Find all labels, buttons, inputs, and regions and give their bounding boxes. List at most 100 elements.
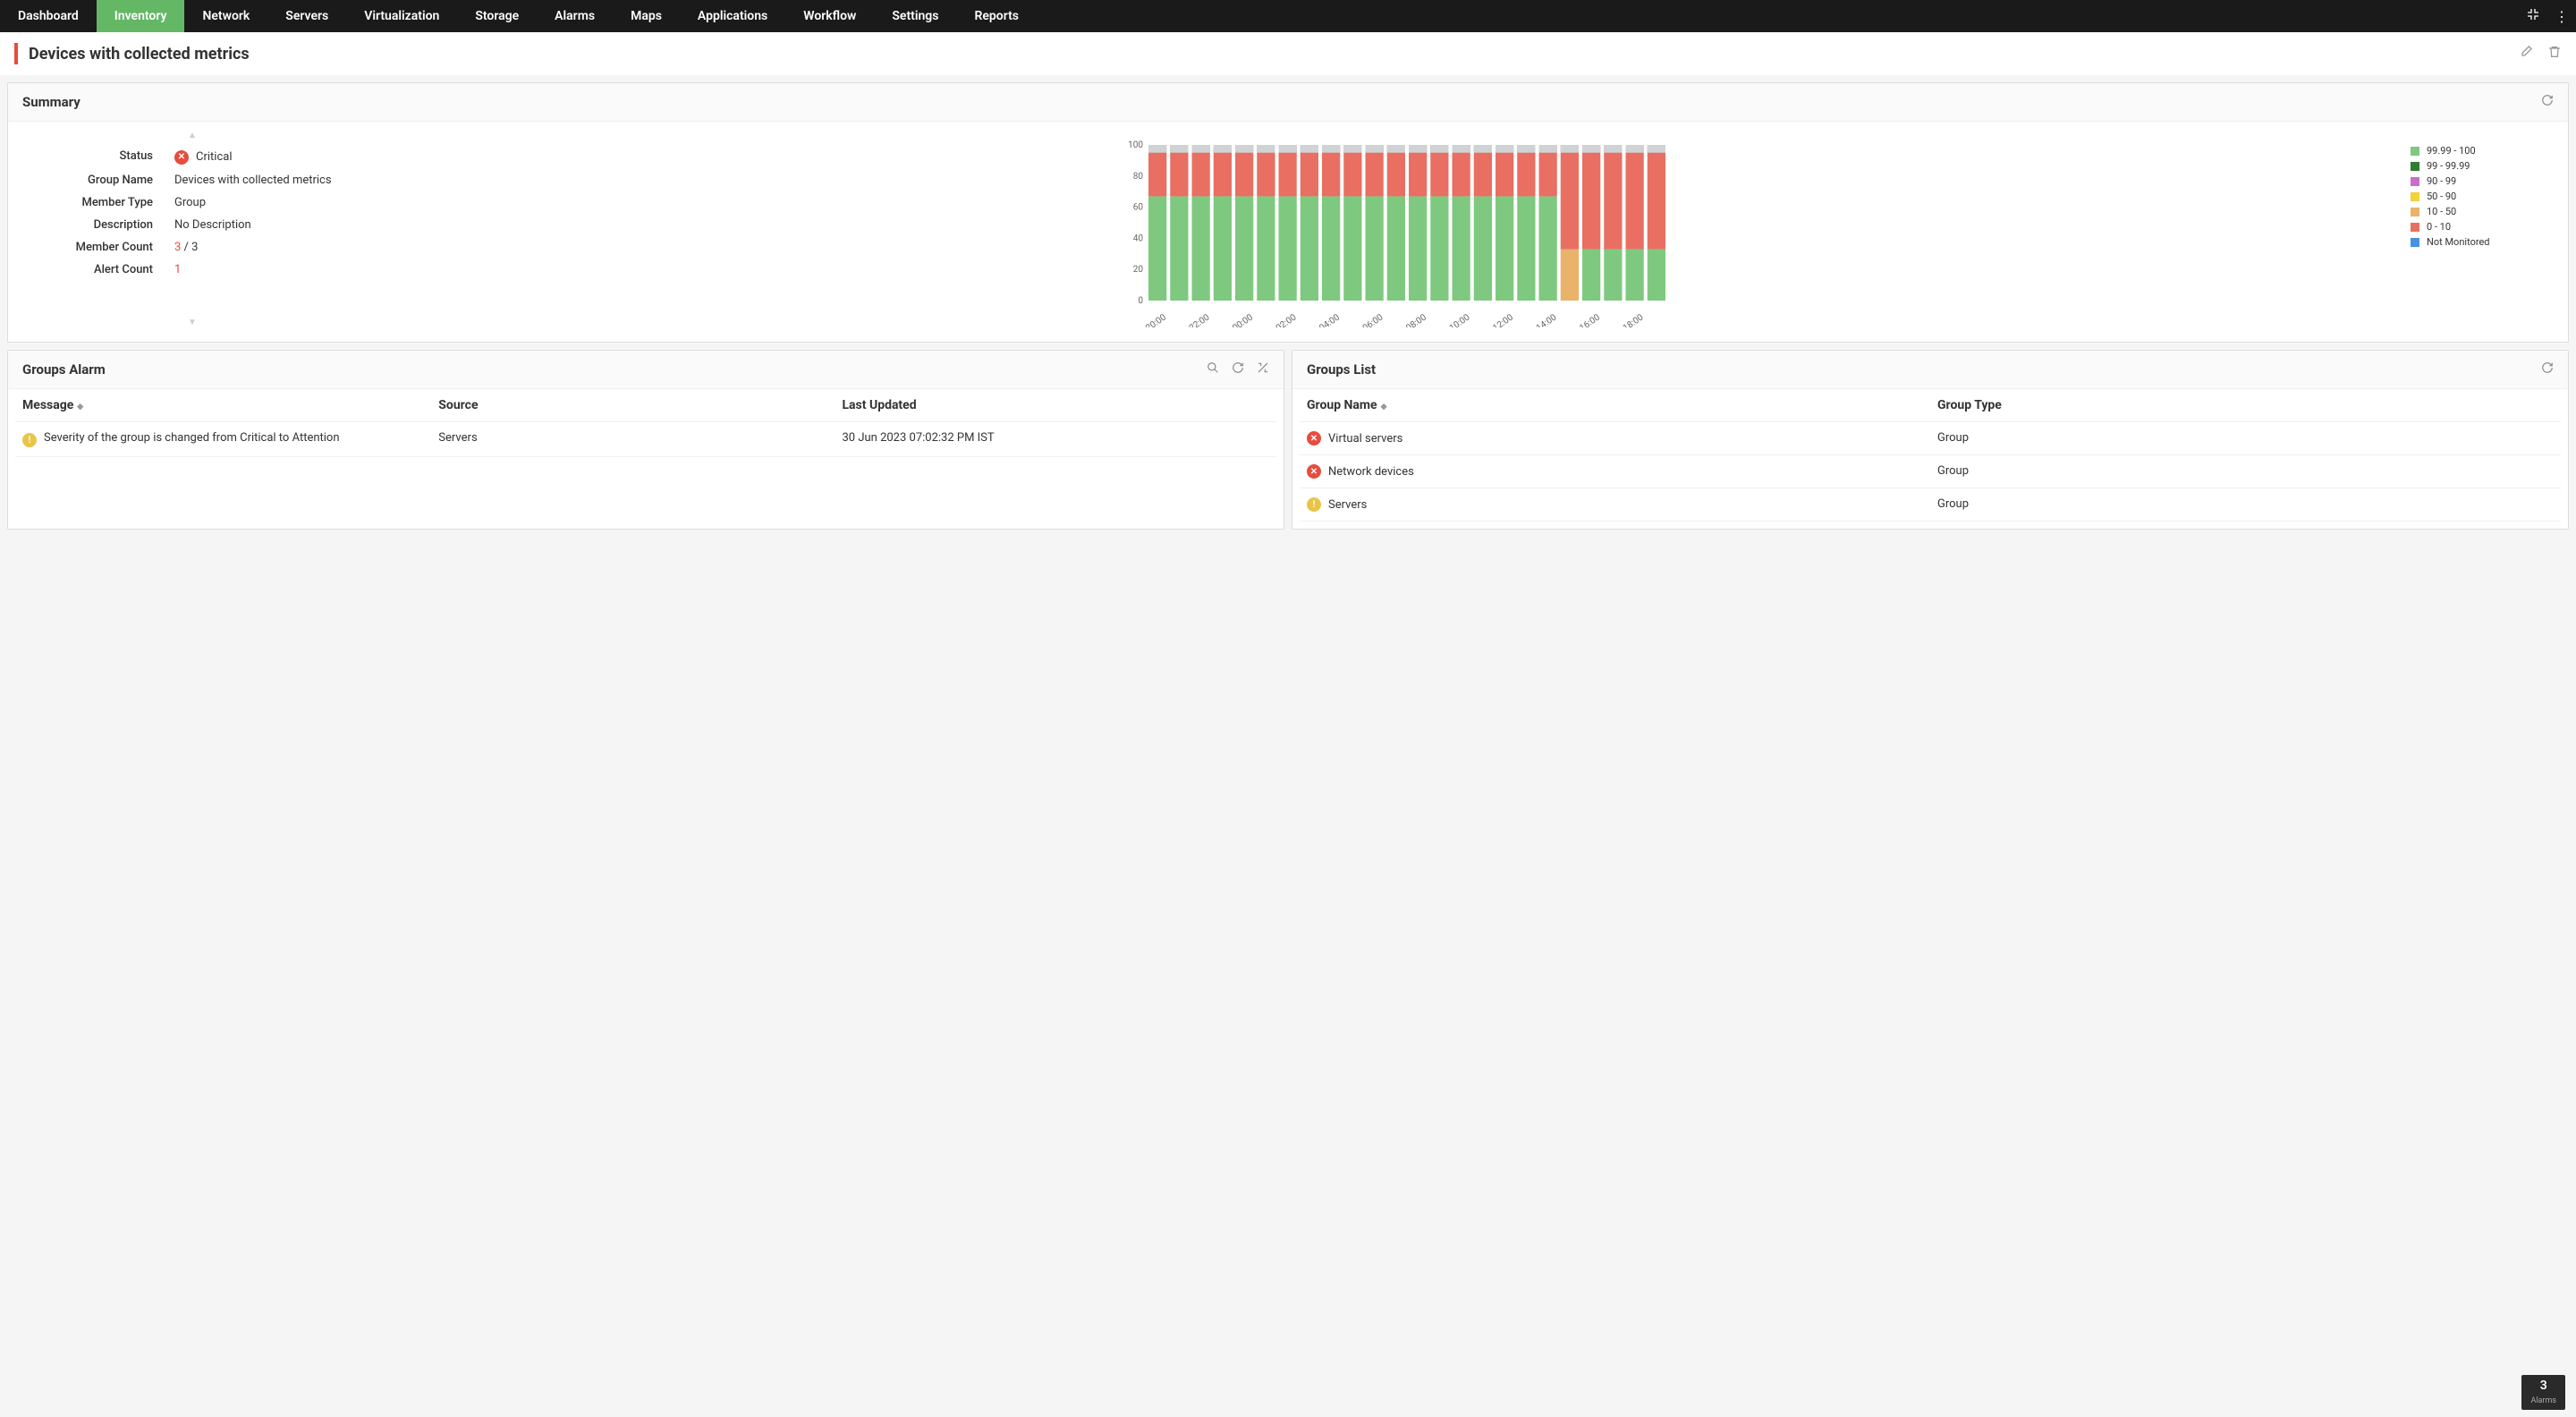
table-row[interactable]: ✕ Network devices Group bbox=[1300, 455, 2561, 488]
groups-list-table: Group Name ◆ Group Type ✕ Virtual servers G… bbox=[1300, 389, 2561, 522]
chart-legend: 99.99 - 10099 - 99.9990 - 9950 - 9010 - … bbox=[2411, 140, 2554, 327]
edit-icon[interactable] bbox=[2519, 45, 2533, 63]
top-nav: DashboardInventoryNetworkServersVirtuali… bbox=[0, 0, 2576, 32]
page-header: Devices with collected metrics bbox=[0, 32, 2576, 75]
svg-text:12:00: 12:00 bbox=[1491, 312, 1515, 327]
svg-text:20: 20 bbox=[1133, 265, 1144, 275]
nav-tab-settings[interactable]: Settings bbox=[874, 0, 956, 32]
group-name: Network devices bbox=[1328, 465, 1414, 479]
alarm-message: Severity of the group is changed from Cr… bbox=[44, 431, 340, 445]
svg-text:60: 60 bbox=[1133, 203, 1144, 213]
legend-item[interactable]: 0 - 10 bbox=[2411, 219, 2554, 234]
nav-tab-maps[interactable]: Maps bbox=[613, 0, 680, 32]
search-icon[interactable] bbox=[1207, 361, 1219, 378]
refresh-icon[interactable] bbox=[2541, 94, 2554, 110]
alarms-badge[interactable]: 3 Alarms bbox=[2521, 1375, 2565, 1410]
col-source[interactable]: Source bbox=[431, 389, 835, 422]
nav-tab-alarms[interactable]: Alarms bbox=[537, 0, 613, 32]
svg-text:0: 0 bbox=[1138, 296, 1143, 306]
svg-text:10:00: 10:00 bbox=[1448, 312, 1472, 327]
groups-list-title: Groups List bbox=[1307, 361, 2529, 378]
member-count-value: 3 / 3 bbox=[174, 241, 362, 254]
availability-chart: 02040608010020:0022:0000:0002:0004:0006:… bbox=[398, 136, 2554, 327]
severity-icon: ! bbox=[1307, 497, 1321, 512]
alarm-source: Servers bbox=[431, 422, 835, 457]
nav-tab-inventory[interactable]: Inventory bbox=[97, 0, 185, 32]
summary-properties: ▲ Status ✕Critical Group Name Devices wi… bbox=[22, 136, 362, 327]
status-label: Status bbox=[22, 149, 174, 165]
description-value: No Description bbox=[174, 218, 362, 232]
legend-item[interactable]: 10 - 50 bbox=[2411, 204, 2554, 219]
description-label: Description bbox=[22, 218, 174, 232]
group-type: Group bbox=[1930, 455, 2561, 488]
status-value: ✕Critical bbox=[174, 150, 232, 165]
nav-tab-servers[interactable]: Servers bbox=[267, 0, 346, 32]
nav-tab-virtualization[interactable]: Virtualization bbox=[346, 0, 457, 32]
col-message[interactable]: Message bbox=[22, 398, 73, 412]
sort-icon[interactable]: ◆ bbox=[77, 403, 83, 412]
groups-alarm-table: Message ◆ Source Last Updated ! Severity o… bbox=[15, 389, 1276, 457]
summary-title: Summary bbox=[22, 94, 2529, 110]
page-title: Devices with collected metrics bbox=[29, 45, 2504, 64]
refresh-icon[interactable] bbox=[1232, 361, 1244, 378]
chevron-up-icon[interactable]: ▲ bbox=[188, 131, 197, 140]
svg-text:04:00: 04:00 bbox=[1318, 312, 1342, 327]
svg-text:08:00: 08:00 bbox=[1404, 312, 1428, 327]
table-row[interactable]: ! Servers Group bbox=[1300, 488, 2561, 522]
svg-text:20:00: 20:00 bbox=[1144, 312, 1168, 327]
critical-icon: ✕ bbox=[174, 150, 189, 165]
svg-text:14:00: 14:00 bbox=[1535, 312, 1559, 327]
nav-tab-dashboard[interactable]: Dashboard bbox=[0, 0, 97, 32]
svg-text:00:00: 00:00 bbox=[1231, 312, 1255, 327]
col-group-name[interactable]: Group Name bbox=[1307, 398, 1377, 412]
groups-alarm-panel: Groups Alarm Message ◆ Source Last Update… bbox=[7, 350, 1284, 530]
expand-icon[interactable] bbox=[1257, 361, 1269, 378]
refresh-icon[interactable] bbox=[2541, 361, 2554, 378]
svg-text:02:00: 02:00 bbox=[1275, 312, 1299, 327]
alert-count-label: Alert Count bbox=[22, 263, 174, 276]
svg-text:80: 80 bbox=[1133, 172, 1144, 182]
legend-item[interactable]: 99.99 - 100 bbox=[2411, 143, 2554, 158]
group-type: Group bbox=[1930, 488, 2561, 522]
legend-item[interactable]: 90 - 99 bbox=[2411, 174, 2554, 189]
legend-item[interactable]: 99 - 99.99 bbox=[2411, 158, 2554, 174]
nav-tab-workflow[interactable]: Workflow bbox=[785, 0, 874, 32]
alarms-count: 3 bbox=[2530, 1379, 2556, 1393]
nav-tab-applications[interactable]: Applications bbox=[680, 0, 785, 32]
group-type: Group bbox=[1930, 422, 2561, 455]
alert-count-value: 1 bbox=[174, 263, 362, 276]
nav-tab-reports[interactable]: Reports bbox=[956, 0, 1037, 32]
group-name-label: Group Name bbox=[22, 174, 174, 187]
member-type-value: Group bbox=[174, 196, 362, 209]
collapse-icon[interactable] bbox=[2519, 7, 2547, 25]
severity-icon: ! bbox=[22, 433, 37, 447]
svg-text:16:00: 16:00 bbox=[1578, 312, 1602, 327]
group-name: Virtual servers bbox=[1328, 432, 1402, 445]
groups-alarm-title: Groups Alarm bbox=[22, 361, 1194, 378]
nav-tab-network[interactable]: Network bbox=[184, 0, 267, 32]
chart-canvas[interactable]: 02040608010020:0022:0000:0002:0004:0006:… bbox=[398, 140, 2389, 327]
col-last-updated[interactable]: Last Updated bbox=[835, 389, 1276, 422]
group-name: Servers bbox=[1328, 498, 1367, 512]
more-icon[interactable]: ⋮ bbox=[2547, 8, 2576, 25]
delete-icon[interactable] bbox=[2547, 45, 2562, 63]
nav-tab-storage[interactable]: Storage bbox=[457, 0, 537, 32]
member-count-label: Member Count bbox=[22, 241, 174, 254]
summary-header: Summary bbox=[8, 83, 2568, 122]
summary-panel: Summary ▲ Status ✕Critical Group Name De… bbox=[7, 82, 2569, 343]
legend-item[interactable]: Not Monitored bbox=[2411, 234, 2554, 250]
svg-text:22:00: 22:00 bbox=[1188, 312, 1212, 327]
severity-icon: ✕ bbox=[1307, 431, 1321, 445]
svg-text:18:00: 18:00 bbox=[1622, 312, 1646, 327]
legend-item[interactable]: 50 - 90 bbox=[2411, 189, 2554, 204]
chevron-down-icon[interactable]: ▼ bbox=[188, 318, 197, 327]
group-name-value: Devices with collected metrics bbox=[174, 174, 362, 187]
severity-icon: ✕ bbox=[1307, 464, 1321, 479]
table-row[interactable]: ✕ Virtual servers Group bbox=[1300, 422, 2561, 455]
svg-text:40: 40 bbox=[1133, 233, 1144, 243]
table-row[interactable]: ! Severity of the group is changed from C… bbox=[15, 422, 1276, 457]
alarm-time: 30 Jun 2023 07:02:32 PM IST bbox=[835, 422, 1276, 457]
sort-icon[interactable]: ◆ bbox=[1381, 403, 1387, 412]
col-group-type[interactable]: Group Type bbox=[1930, 389, 2561, 422]
status-bar-critical bbox=[14, 43, 18, 64]
